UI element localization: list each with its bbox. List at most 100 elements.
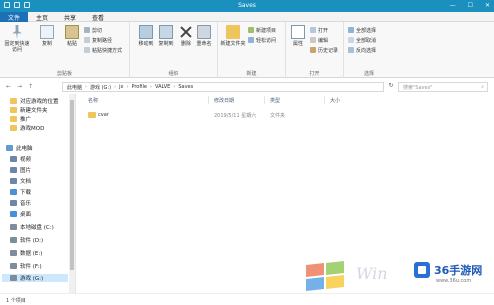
delete-icon [179, 25, 193, 39]
new-folder-icon [226, 25, 240, 39]
select-all-button[interactable]: 全部选择 [348, 26, 376, 34]
close-button[interactable]: ✕ [485, 2, 490, 9]
picture-icon [10, 167, 17, 173]
tab-home[interactable]: 主页 [28, 12, 56, 22]
column-header-type[interactable]: 类型 [270, 97, 280, 104]
open-button[interactable]: 打开 [310, 26, 328, 34]
folder-icon [10, 107, 17, 113]
chevron-right-icon: › [114, 84, 117, 90]
new-group-label: 新建 [246, 71, 257, 77]
windows-logo-watermark [300, 261, 346, 292]
clipboard-group: 固定到快速访问 复制 粘贴 剪切 复制路径 粘贴快捷方式 剪贴板 [0, 22, 130, 78]
nav-item[interactable]: 对应游戏的位置 [10, 97, 59, 105]
back-button[interactable]: ← [6, 83, 11, 90]
move-to-icon [139, 25, 153, 39]
paste-shortcut-icon [84, 47, 90, 53]
nav-item-drive-g[interactable]: 游戏 (G:) [2, 274, 68, 282]
tab-share[interactable]: 共享 [56, 12, 84, 22]
cut-button[interactable]: 剪切 [84, 26, 102, 34]
tab-view[interactable]: 查看 [84, 12, 112, 22]
nav-item[interactable]: 新建文件夹 [10, 106, 48, 114]
document-icon [10, 178, 17, 184]
video-icon [10, 156, 17, 162]
nav-item-pictures[interactable]: 图片 [10, 166, 31, 174]
breadcrumb-jx[interactable]: jx [119, 84, 123, 90]
forward-button[interactable]: → [17, 83, 22, 90]
nav-item-music[interactable]: 音乐 [10, 199, 31, 207]
open-group: 属性 打开 编辑 历史记录 打开 [286, 22, 344, 78]
minimize-button[interactable]: — [450, 2, 456, 9]
paste-button[interactable]: 粘贴 [58, 25, 86, 47]
rename-button[interactable]: 重命名 [192, 25, 216, 47]
column-divider[interactable] [324, 96, 325, 104]
ribbon-tabs: 文件 主页 共享 查看 [0, 12, 494, 22]
paste-shortcut-button[interactable]: 粘贴快捷方式 [84, 46, 122, 54]
copy-path-button[interactable]: 复制路径 [84, 36, 112, 44]
breadcrumb-profile[interactable]: Profile [131, 84, 147, 90]
breadcrumb-saves[interactable]: Saves [178, 84, 193, 90]
select-none-button[interactable]: 全部取消 [348, 36, 376, 44]
breadcrumb-drive-g[interactable]: 游戏 (G:) [90, 84, 111, 91]
folder-icon [10, 125, 17, 131]
nav-scrollbar-thumb[interactable] [70, 100, 74, 270]
download-icon [10, 189, 17, 195]
address-bar[interactable]: 此电脑 › 游戏 (G:) › jx › Profile › VALVE › S… [62, 82, 384, 92]
nav-item-drive-f[interactable]: 软件 (F:) [10, 262, 42, 270]
chevron-right-icon: › [126, 84, 129, 90]
table-row[interactable]: cvar 2019/5/11 星期六 文件夹 [82, 111, 372, 120]
column-divider[interactable] [264, 96, 265, 104]
address-row: ← → ↑ 此电脑 › 游戏 (G:) › jx › Profile › VAL… [0, 81, 494, 93]
up-button[interactable]: ↑ [28, 83, 33, 90]
column-divider[interactable] [208, 96, 209, 104]
nav-item-drive-c[interactable]: 本地磁盘 (C:) [10, 223, 54, 231]
pin-button[interactable]: 固定到快速访问 [3, 25, 31, 53]
select-group: 全部选择 全部取消 反向选择 选择 [344, 22, 394, 78]
nav-item-drive-e[interactable]: 数据 (E:) [10, 249, 42, 257]
nav-item-drive-d[interactable]: 软件 (D:) [10, 236, 43, 244]
ribbon: 固定到快速访问 复制 粘贴 剪切 复制路径 粘贴快捷方式 剪贴板 移动到 复制到… [0, 22, 494, 78]
edit-button[interactable]: 编辑 [310, 36, 328, 44]
file-name: cvar [98, 112, 109, 118]
breadcrumb-this-pc[interactable]: 此电脑 [67, 84, 82, 91]
maximize-button[interactable]: ☐ [468, 2, 473, 9]
select-none-icon [348, 37, 354, 43]
refresh-button[interactable]: ↻ [386, 82, 396, 92]
nav-item-desktop[interactable]: 桌面 [10, 210, 31, 218]
scissors-icon [84, 27, 90, 33]
new-item-button[interactable]: 新建项目 [248, 26, 276, 34]
nav-item-documents[interactable]: 文档 [10, 177, 31, 185]
nav-item-this-pc[interactable]: 此电脑 [6, 144, 33, 152]
select-all-icon [348, 27, 354, 33]
chevron-right-icon: › [149, 84, 152, 90]
column-header-size[interactable]: 大小 [330, 97, 340, 104]
tab-file[interactable]: 文件 [0, 12, 29, 22]
clipboard-group-label: 剪贴板 [56, 71, 72, 77]
nav-item-videos[interactable]: 视频 [10, 155, 31, 163]
organize-group-label: 组织 [168, 71, 179, 77]
nav-scrollbar[interactable] [69, 94, 75, 293]
copy-button[interactable]: 复制 [33, 25, 61, 47]
nav-item-downloads[interactable]: 下载 [10, 188, 31, 196]
nav-item[interactable]: 推广 [10, 115, 31, 123]
properties-icon [291, 25, 305, 39]
properties-button[interactable]: 属性 [288, 25, 308, 47]
column-header-name[interactable]: 名称 [88, 97, 98, 104]
site-url: www.36u.com [436, 278, 472, 284]
history-button[interactable]: 历史记录 [310, 46, 338, 54]
win-watermark-text: Win [356, 264, 388, 283]
open-group-label: 打开 [309, 71, 320, 77]
item-count: 1 个项目 [6, 298, 26, 304]
search-input[interactable]: 搜索"Saves" ⌕ [398, 82, 488, 92]
select-group-label: 选择 [363, 71, 374, 77]
drive-icon [10, 275, 17, 281]
chevron-right-icon: › [85, 84, 88, 90]
invert-selection-button[interactable]: 反向选择 [348, 46, 376, 54]
file-type: 文件夹 [270, 113, 286, 119]
easy-access-button[interactable]: 轻松访问 [248, 36, 276, 44]
breadcrumb-valve[interactable]: VALVE [155, 84, 170, 90]
copy-icon [40, 25, 54, 39]
nav-item[interactable]: 游戏MOD [10, 124, 44, 132]
column-header-modified[interactable]: 修改日期 [214, 97, 234, 104]
new-folder-button[interactable]: 新建文件夹 [220, 25, 246, 47]
file-modified: 2019/5/11 星期六 [214, 113, 257, 119]
